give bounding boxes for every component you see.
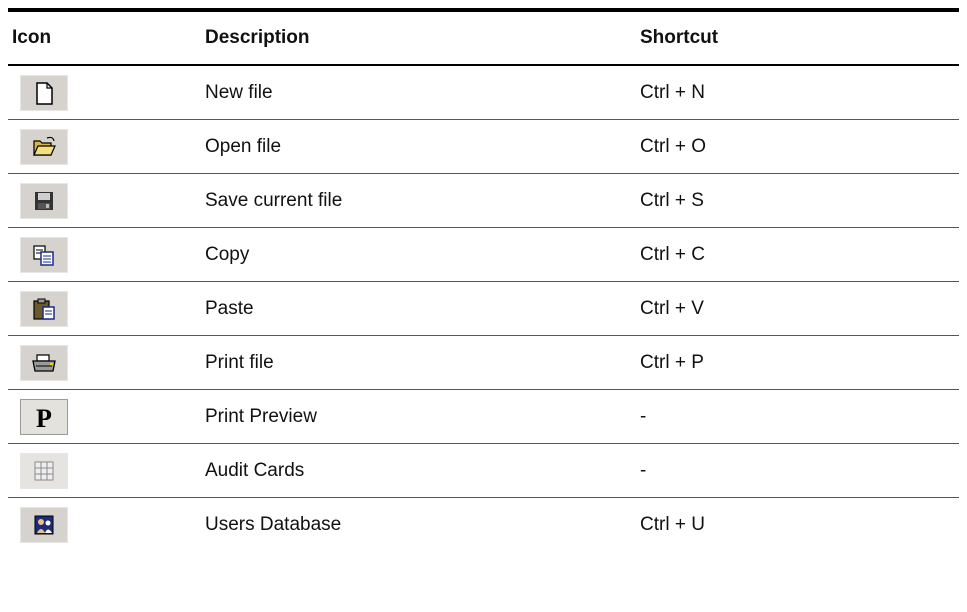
header-description: Description (205, 27, 310, 48)
open-folder-icon (20, 128, 68, 165)
table-row: P Print Preview - (8, 390, 959, 444)
row-shortcut: Ctrl + V (640, 297, 704, 319)
users-database-icon (20, 506, 68, 543)
row-description: Open file (205, 135, 282, 157)
row-description: Save current file (205, 189, 343, 211)
svg-text:P: P (36, 404, 52, 433)
table-header-row: Icon Description Shortcut (8, 12, 959, 66)
print-preview-p-icon: P (20, 398, 68, 435)
row-description: Users Database (205, 513, 342, 535)
row-description: Copy (205, 243, 250, 265)
table-row: Copy Ctrl + C (8, 228, 959, 282)
row-description: Paste (205, 297, 254, 319)
row-shortcut: Ctrl + P (640, 351, 704, 373)
header-shortcut: Shortcut (640, 27, 719, 48)
table-row: Open file Ctrl + O (8, 120, 959, 174)
table-row: Paste Ctrl + V (8, 282, 959, 336)
table-row: Print file Ctrl + P (8, 336, 959, 390)
new-file-icon (20, 74, 68, 111)
grid-table-icon (20, 452, 68, 489)
table-row: Users Database Ctrl + U (8, 498, 959, 551)
table-row: Audit Cards - (8, 444, 959, 498)
row-shortcut: Ctrl + S (640, 189, 704, 211)
copy-icon (20, 236, 68, 273)
table-row: New file Ctrl + N (8, 66, 959, 120)
row-shortcut: Ctrl + N (640, 81, 705, 103)
row-shortcut: Ctrl + U (640, 513, 705, 535)
header-icon: Icon (12, 27, 52, 48)
row-description: New file (205, 81, 273, 103)
row-description: Print Preview (205, 405, 317, 427)
row-shortcut: - (640, 405, 647, 427)
row-shortcut: Ctrl + O (640, 135, 706, 157)
row-description: Print file (205, 351, 274, 373)
row-shortcut: Ctrl + C (640, 243, 705, 265)
floppy-disk-icon (20, 182, 68, 219)
row-shortcut: - (640, 459, 647, 481)
paste-clipboard-icon (20, 290, 68, 327)
shortcut-table: Icon Description Shortcut New file Ctrl … (8, 8, 959, 551)
row-description: Audit Cards (205, 459, 305, 481)
table-row: Save current file Ctrl + S (8, 174, 959, 228)
printer-icon (20, 344, 68, 381)
